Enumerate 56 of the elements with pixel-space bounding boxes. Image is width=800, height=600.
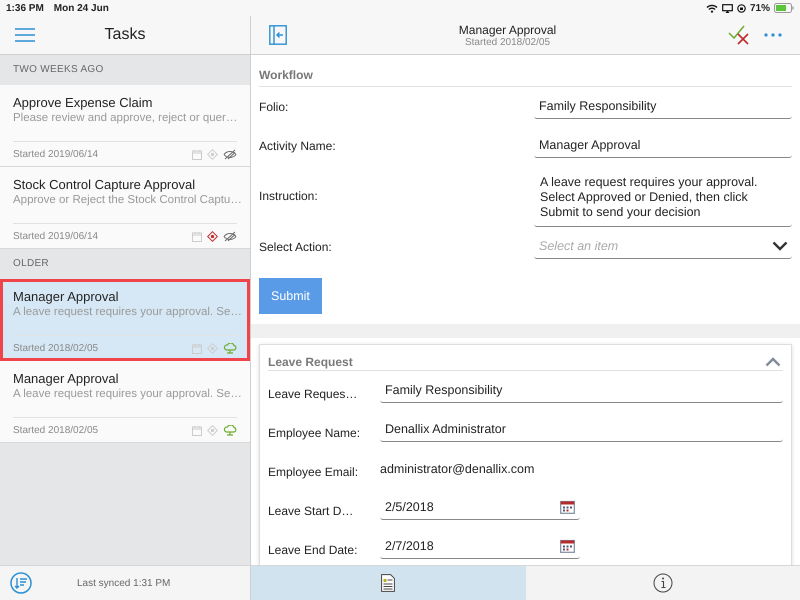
field-label: Employee Name:: [268, 426, 362, 440]
field-label: Leave End Date:: [268, 542, 358, 556]
calendar-icon: [192, 426, 202, 436]
document-icon: [381, 574, 396, 592]
battery-percent: 71%: [750, 2, 770, 14]
field-label: Leave Start D…: [268, 504, 354, 518]
calendar-icon: [192, 150, 202, 160]
calendar-icon: [192, 344, 202, 354]
task-started-date: Started 2018/02/05: [13, 425, 100, 436]
more-button[interactable]: [762, 31, 784, 39]
field-label: Select Action:: [259, 240, 333, 254]
info-icon: [652, 573, 673, 593]
task-header-subtitle: Started 2018/02/05: [464, 36, 550, 48]
text-field[interactable]: Family Responsibility: [534, 94, 792, 118]
task-title: Manager Approval: [13, 370, 120, 387]
task-header-title: Manager Approval: [458, 22, 556, 36]
sort-button[interactable]: [10, 572, 32, 594]
task-title: Approve Expense Claim: [13, 94, 154, 111]
section-heading: Workflow: [259, 55, 792, 87]
screen-mirroring-icon: [722, 4, 733, 12]
field-label: Employee Email:: [268, 464, 360, 478]
task-description: Please review and approve, reject or quer…: [13, 111, 237, 126]
field-label: Folio:: [259, 100, 290, 114]
field-label: Activity Name:: [259, 138, 337, 152]
field-value: administrator@denallix.com: [380, 462, 534, 476]
task-item[interactable]: Manager Approval A leave request requires your approval. Se… Started 2018/02/05: [0, 279, 250, 361]
text-field[interactable]: Denallix Administrator: [380, 418, 783, 442]
chevron-down-icon: [772, 240, 788, 250]
date-field[interactable]: 2/7/2018: [380, 534, 580, 558]
task-started-date: Started 2018/02/05: [13, 343, 100, 354]
field-label: Instruction:: [259, 189, 319, 203]
field-label: Leave Reques…: [268, 386, 358, 400]
sidebar-title: Tasks: [104, 26, 146, 44]
battery-icon: [774, 3, 794, 13]
task-title: Stock Control Capture Approval: [13, 176, 196, 193]
text-field[interactable]: Family Responsibility: [380, 378, 783, 402]
text-field[interactable]: Manager Approval: [534, 134, 792, 158]
wifi-icon: [706, 4, 718, 12]
calendar-icon: [192, 232, 202, 242]
task-started-date: Started 2019/06/14: [13, 231, 100, 242]
card-heading: Leave Request: [268, 355, 353, 369]
task-item[interactable]: Approve Expense Claim Please review and approve, reject or quer… Started 2019/06/14: [0, 85, 250, 167]
status-date: Mon 24 Jun: [54, 2, 109, 14]
calendar-icon: [560, 538, 575, 552]
task-item[interactable]: Manager Approval A leave request requires your approval. Se… Started 2018/02/05: [0, 361, 250, 443]
menu-button[interactable]: [13, 26, 37, 44]
status-time: 1:36 PM: [6, 2, 44, 14]
collapse-button[interactable]: [763, 355, 783, 369]
calendar-icon: [560, 500, 575, 514]
task-item[interactable]: Stock Control Capture Approval Approve or Reject the Stock Control Captu… Started 2019/06/14: [0, 167, 250, 249]
task-started-date: Started 2019/06/14: [13, 149, 100, 160]
text-area[interactable]: A leave request requires your approval. Select Approved or Denied, then click Submit to send your decision: [534, 171, 792, 227]
collapse-sidebar-button[interactable]: [267, 23, 289, 47]
last-synced-text: Last synced 1:31 PM: [77, 578, 170, 588]
date-field[interactable]: 2/5/2018: [380, 496, 580, 520]
task-title: Manager Approval: [13, 288, 120, 305]
